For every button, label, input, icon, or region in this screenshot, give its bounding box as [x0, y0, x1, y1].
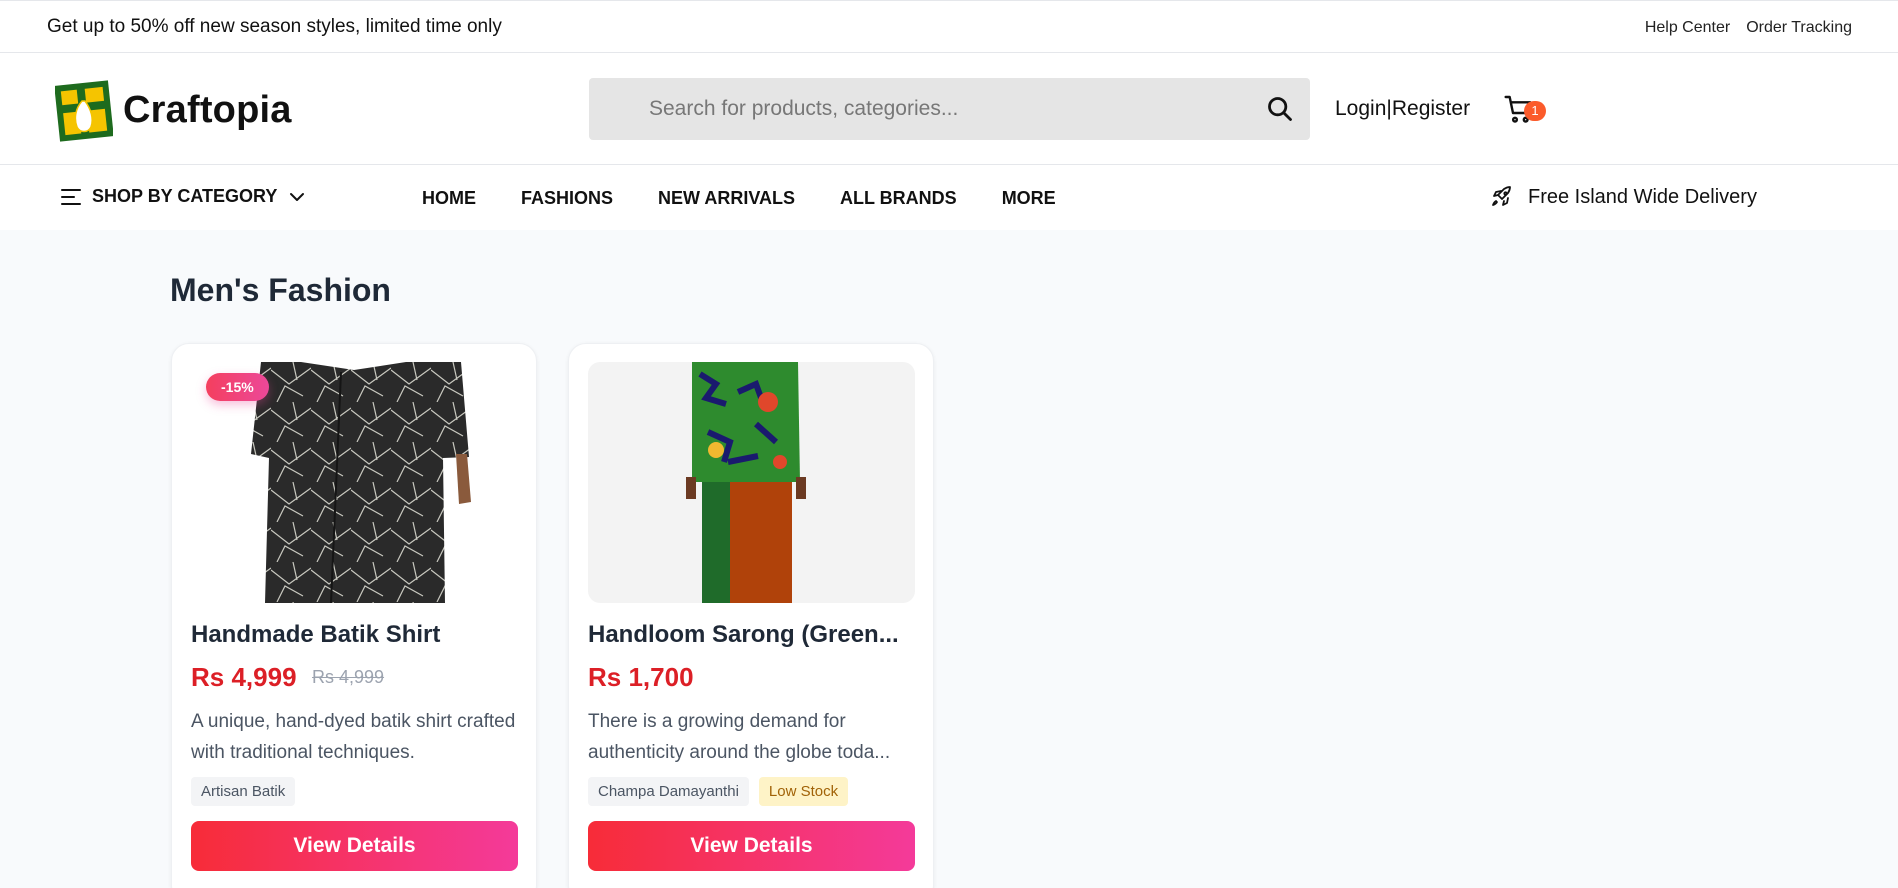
product-tags: Artisan Batik: [191, 777, 296, 806]
rocket-icon: [1492, 186, 1511, 206]
main-nav: SHOP BY CATEGORY HOME FASHIONS NEW ARRIV…: [0, 165, 1898, 230]
brand-logo[interactable]: Craftopia: [55, 79, 292, 142]
nav-item-all-brands[interactable]: ALL BRANDS: [840, 188, 957, 209]
product-old-price: Rs 4,999: [312, 667, 385, 687]
order-tracking-link[interactable]: Order Tracking: [1746, 19, 1852, 37]
sarong-image: [686, 362, 806, 603]
top-links: Help Center Order Tracking: [1645, 19, 1852, 37]
product-image[interactable]: [588, 362, 915, 603]
low-stock-badge: Low Stock: [758, 777, 849, 806]
discount-badge: -15%: [206, 373, 269, 401]
shop-by-category-button[interactable]: SHOP BY CATEGORY: [60, 186, 307, 207]
help-center-link[interactable]: Help Center: [1645, 19, 1730, 37]
view-details-button[interactable]: View Details: [191, 821, 518, 871]
product-card[interactable]: -15% Handmade Batik Shirt Rs 4,999 Rs 4,…: [171, 343, 537, 888]
search-input[interactable]: [649, 78, 1229, 140]
nav-menu: HOME FASHIONS NEW ARRIVALS ALL BRANDS MO…: [422, 188, 1101, 209]
product-description: A unique, hand-dyed batik shirt crafted …: [191, 711, 516, 763]
menu-icon: [61, 188, 81, 205]
search-bar: [589, 78, 1310, 140]
login-link[interactable]: Login: [1335, 97, 1386, 120]
nav-item-home[interactable]: HOME: [422, 188, 476, 209]
promo-bar: Get up to 50% off new season styles, lim…: [0, 0, 1898, 53]
brand-name: Craftopia: [123, 89, 292, 131]
logo-icon: [55, 80, 113, 142]
nav-item-new-arrivals[interactable]: NEW ARRIVALS: [658, 188, 795, 209]
product-tags: Champa Damayanthi Low Stock: [588, 777, 849, 806]
product-price: Rs 4,999: [191, 662, 297, 692]
view-details-button[interactable]: View Details: [588, 821, 915, 871]
search-icon[interactable]: [1266, 95, 1294, 123]
shop-by-category-label: SHOP BY CATEGORY: [92, 186, 278, 206]
delivery-info: Free Island Wide Delivery: [1490, 185, 1757, 209]
product-card[interactable]: Handloom Sarong (Green... Rs 1,700 There…: [568, 343, 934, 888]
product-price: Rs 1,700: [588, 662, 694, 692]
auth-links: Login|Register: [1335, 97, 1470, 121]
product-title[interactable]: Handmade Batik Shirt: [191, 621, 440, 649]
site-header: Craftopia Login|Register 1: [0, 53, 1898, 165]
brand-tag: Artisan Batik: [191, 777, 296, 806]
section-title: Men's Fashion: [170, 272, 391, 308]
chevron-down-icon: [290, 192, 305, 201]
brand-tag: Champa Damayanthi: [588, 777, 749, 806]
delivery-text: Free Island Wide Delivery: [1528, 185, 1757, 208]
nav-item-more[interactable]: MORE: [1002, 188, 1056, 209]
cart-count-badge: 1: [1524, 101, 1546, 121]
promo-text: Get up to 50% off new season styles, lim…: [47, 16, 502, 37]
register-link[interactable]: Register: [1392, 97, 1470, 120]
product-title[interactable]: Handloom Sarong (Green...: [588, 621, 899, 649]
cart-button[interactable]: 1: [1503, 93, 1553, 127]
product-description: There is a growing demand for authentici…: [588, 711, 891, 763]
nav-item-fashions[interactable]: FASHIONS: [521, 188, 613, 209]
